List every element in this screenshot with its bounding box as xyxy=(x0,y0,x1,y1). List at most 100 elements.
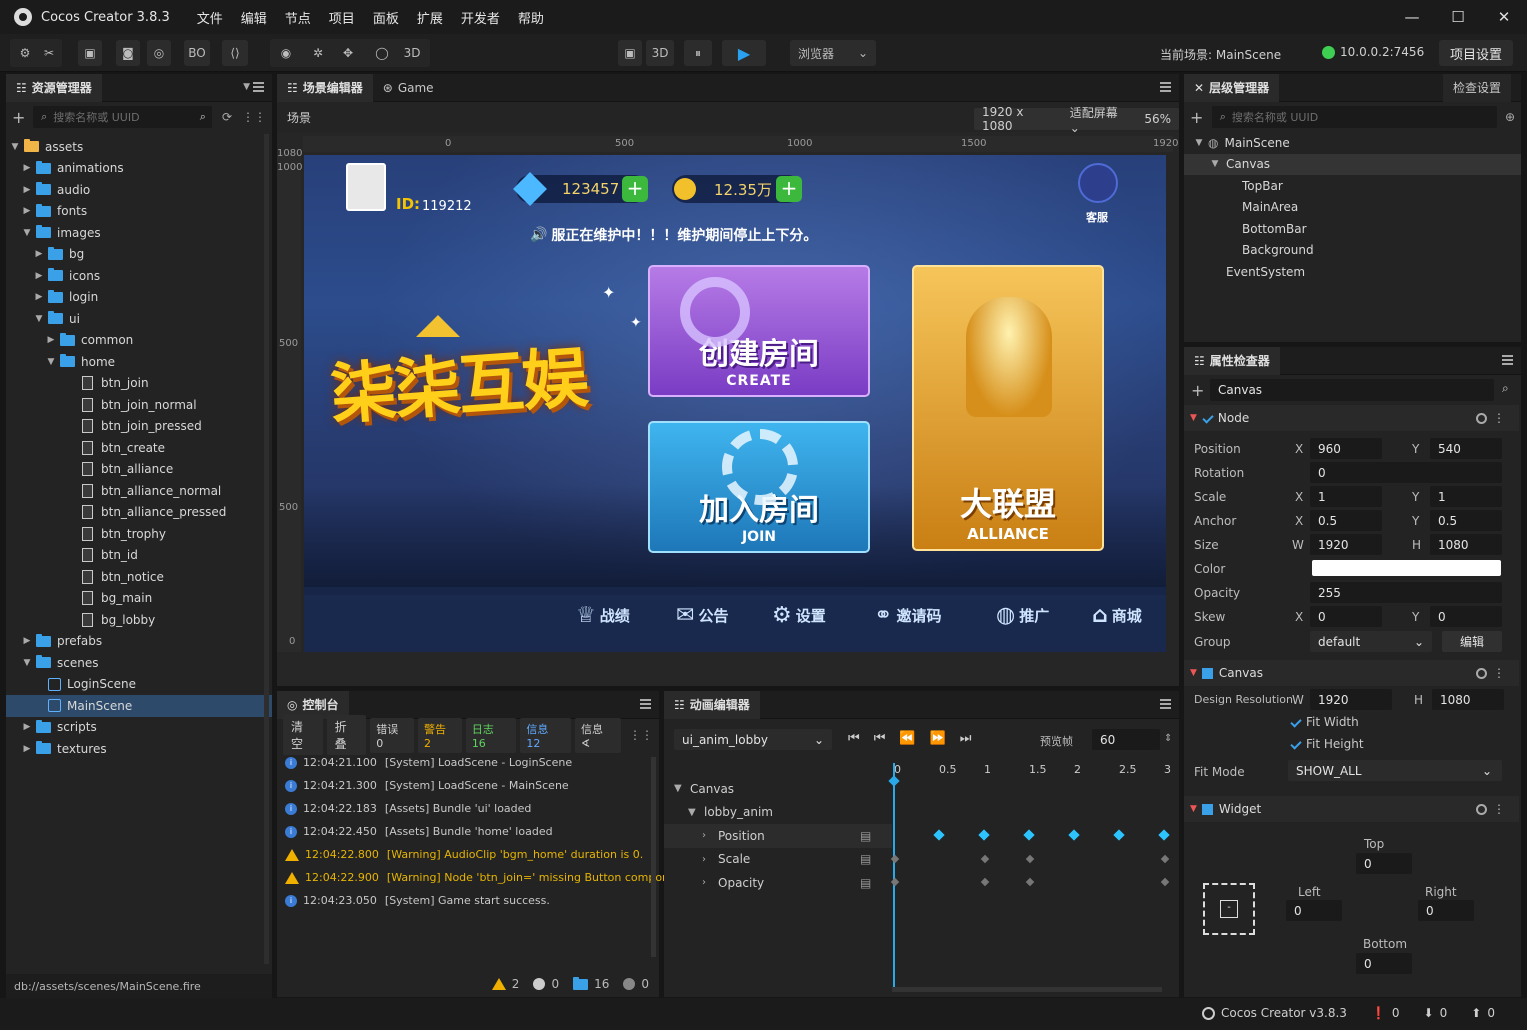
clear-button[interactable]: 清空 xyxy=(283,715,323,755)
anchor-x-input[interactable]: 0.5 xyxy=(1310,510,1382,531)
hierarchy-item[interactable]: ▼ Canvas xyxy=(1184,153,1521,175)
menu-help[interactable]: 帮助 xyxy=(509,8,553,27)
rotation-input[interactable]: 0 xyxy=(1310,462,1502,483)
tab-inspect-settings[interactable]: 检查设置 xyxy=(1442,73,1511,102)
chevron-down-icon[interactable]: ▼ xyxy=(22,228,32,238)
keyframe-marker[interactable] xyxy=(980,854,990,864)
dropdown-icon[interactable]: ▼ xyxy=(243,82,250,92)
chevron-right-icon[interactable]: ▶ xyxy=(22,206,32,216)
tab-assets[interactable]: ☷ 资源管理器 xyxy=(6,73,102,102)
keyframe-marker[interactable] xyxy=(1113,829,1125,841)
node-name-input[interactable]: Canvas xyxy=(1210,379,1494,401)
chevron-down-icon[interactable]: ▼ xyxy=(674,783,690,794)
asset-tree-item[interactable]: btn_trophy xyxy=(6,523,272,545)
camera-icon[interactable]: ◉ xyxy=(274,40,298,66)
add-gold-button[interactable]: + xyxy=(776,176,802,202)
chevron-down-icon[interactable]: ▼ xyxy=(1210,159,1220,169)
scene-gizmo-icon[interactable]: ✥ xyxy=(336,40,360,66)
asset-tree-item[interactable]: btn_alliance_pressed xyxy=(6,502,272,524)
nav-settings[interactable]: ⚙ 设置 xyxy=(772,603,826,628)
keyframe-toggle-icon[interactable]: ▤ xyxy=(860,829,871,843)
scale-y-input[interactable]: 1 xyxy=(1430,486,1502,507)
zoom-value[interactable]: 56% xyxy=(1136,112,1179,126)
menu-panel[interactable]: 面板 xyxy=(364,8,408,27)
menu-node[interactable]: 节点 xyxy=(276,8,320,27)
tab-animation[interactable]: ☷ 动画编辑器 xyxy=(664,690,760,719)
position-x-input[interactable]: 960 xyxy=(1310,438,1382,459)
prev-frame-icon[interactable]: ⏪ xyxy=(899,731,915,746)
hierarchy-item[interactable]: BottomBar xyxy=(1184,218,1521,240)
chevron-right-icon[interactable]: › xyxy=(702,877,718,888)
chevron-down-icon[interactable]: ▼ xyxy=(34,314,44,324)
console-filter-button[interactable]: 信息 ∢ xyxy=(575,717,621,753)
asset-tree-item[interactable]: ▼ ui xyxy=(6,308,272,330)
minimize-button[interactable]: — xyxy=(1389,0,1435,34)
keyframe-marker[interactable] xyxy=(978,829,990,841)
chevron-right-icon[interactable]: ▶ xyxy=(22,744,32,754)
fit-select[interactable]: 适配屏幕 ⌄ xyxy=(1062,104,1137,135)
collapse-button[interactable]: 折叠 xyxy=(326,715,367,755)
widget-left-input[interactable]: 0 xyxy=(1286,900,1342,921)
design-height-input[interactable]: 1080 xyxy=(1432,689,1504,710)
search-icon[interactable]: ⌕ xyxy=(200,110,206,124)
sample-input[interactable]: 60 xyxy=(1092,729,1160,750)
upload-icon[interactable]: ⬆ xyxy=(1471,1006,1481,1020)
more-icon[interactable]: ⋮ xyxy=(1493,411,1505,425)
opacity-input[interactable]: 255 xyxy=(1310,582,1502,603)
asset-tree-item[interactable]: btn_alliance xyxy=(6,459,272,481)
asset-tree-item[interactable]: ▼ home xyxy=(6,351,272,373)
gear-icon[interactable] xyxy=(1476,667,1487,679)
animation-track[interactable]: › Scale ▤ xyxy=(664,848,892,872)
hierarchy-item[interactable]: Background xyxy=(1184,240,1521,262)
scale-x-input[interactable]: 1 xyxy=(1310,486,1382,507)
keyframe-marker[interactable] xyxy=(890,877,900,887)
hierarchy-item[interactable]: TopBar xyxy=(1184,175,1521,197)
join-room-button[interactable]: 加入房间 JOIN xyxy=(648,421,870,553)
chevron-right-icon[interactable]: ▶ xyxy=(22,163,32,173)
chevron-right-icon[interactable]: ▶ xyxy=(22,185,32,195)
console-filter-button[interactable]: 信息 12 xyxy=(520,717,572,753)
asset-tree-item[interactable]: btn_join_pressed xyxy=(6,416,272,438)
asset-tree-item[interactable]: ▶ icons xyxy=(6,265,272,287)
step-icon[interactable]: ⏸ xyxy=(684,40,712,66)
console-scrollbar[interactable] xyxy=(651,757,656,957)
avatar[interactable] xyxy=(346,163,386,211)
mode-3d-button[interactable]: 3D xyxy=(398,40,426,66)
menu-icon[interactable] xyxy=(253,82,264,92)
pivot-icon[interactable]: ◙ xyxy=(116,40,140,66)
console-filter-button[interactable]: 错误 0 xyxy=(370,717,415,753)
skew-x-input[interactable]: 0 xyxy=(1310,606,1382,627)
asset-tree-item[interactable]: ▶ fonts xyxy=(6,201,272,223)
fit-mode-select[interactable]: SHOW_ALL ⌄ xyxy=(1288,760,1502,781)
asset-tree-item[interactable]: bg_lobby xyxy=(6,609,272,631)
tab-scene-editor[interactable]: ☷ 场景编辑器 xyxy=(277,73,373,102)
gear-icon[interactable] xyxy=(1476,412,1487,424)
keyframe-marker[interactable] xyxy=(933,829,945,841)
preview-screenshot-icon[interactable]: ▣ xyxy=(618,40,642,66)
add-circle-icon[interactable]: ⊕ xyxy=(1505,110,1515,124)
canvas-section-header[interactable]: ▼ Canvas ⋮ xyxy=(1184,660,1519,686)
rect-tool-icon[interactable]: ✂ xyxy=(38,40,60,66)
timeline-scrollbar[interactable] xyxy=(892,987,1162,992)
asset-tree-item[interactable]: MainScene xyxy=(6,695,272,717)
keyframe-area[interactable] xyxy=(890,777,1174,897)
asset-tree-item[interactable]: btn_id xyxy=(6,545,272,567)
asset-tree-item[interactable]: ▶ common xyxy=(6,330,272,352)
widget-section-header[interactable]: ▼ Widget ⋮ xyxy=(1184,796,1519,822)
tab-game[interactable]: ⊛ Game xyxy=(373,74,444,102)
game-canvas[interactable]: ID: 119212 123457 + 12.35万 + 客服 🔊 服正在维护中… xyxy=(304,155,1166,652)
menu-icon[interactable] xyxy=(1160,82,1171,92)
position-y-input[interactable]: 540 xyxy=(1430,438,1502,459)
group-select[interactable]: default ⌄ xyxy=(1310,631,1432,652)
design-width-input[interactable]: 1920 xyxy=(1310,689,1392,710)
chevron-right-icon[interactable]: ▶ xyxy=(34,271,44,281)
asset-tree-item[interactable]: bg_main xyxy=(6,588,272,610)
keyframe-marker[interactable] xyxy=(1025,854,1035,864)
keyframe-toggle-icon[interactable]: ▤ xyxy=(860,852,871,866)
tab-inspector[interactable]: ☷ 属性检查器 xyxy=(1184,346,1280,375)
animation-track[interactable]: ▼ lobby_anim xyxy=(664,801,892,825)
asset-tree-item[interactable]: ▼ assets xyxy=(6,136,272,158)
notification-icon[interactable]: ❗ xyxy=(1371,1006,1386,1020)
nav-invite[interactable]: ⚭ 邀请码 xyxy=(874,603,941,628)
chevron-right-icon[interactable]: ▶ xyxy=(46,335,56,345)
